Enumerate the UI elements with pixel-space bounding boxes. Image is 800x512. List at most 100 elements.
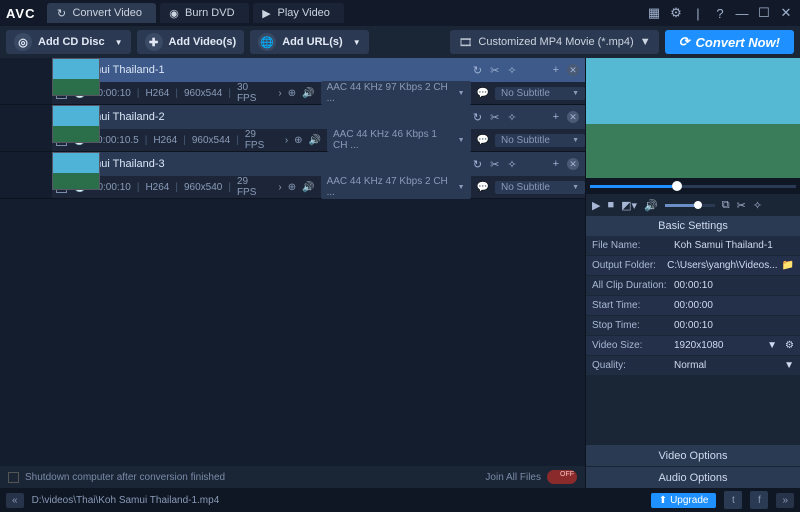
- file-name: Koh Samui Thailand-2: [52, 111, 473, 123]
- next-button[interactable]: »: [776, 493, 794, 508]
- preview-area[interactable]: [586, 58, 800, 178]
- settings-row: Start Time:00:00:00: [586, 296, 800, 316]
- status-bar: « D:\videos\Thai\Koh Samui Thailand-1.mp…: [0, 488, 800, 512]
- file-details: ✓🕑00:00:10|H264|960x540|29 FPS›⊕🔊AAC 44 …: [52, 176, 585, 198]
- split-icon[interactable]: ⧉: [722, 199, 730, 212]
- tab-convert-video[interactable]: ↻ Convert Video: [47, 3, 156, 23]
- chevron-down-icon: ▼: [115, 38, 123, 47]
- expand-icon[interactable]: ›: [278, 88, 281, 99]
- button-label: Add CD Disc: [38, 36, 105, 48]
- video-options-button[interactable]: Video Options: [586, 444, 800, 466]
- refresh-icon[interactable]: ↻: [473, 64, 482, 77]
- globe-icon: 🌐: [258, 33, 276, 51]
- gear-icon[interactable]: ⚙: [785, 340, 794, 351]
- help-icon[interactable]: ?: [712, 6, 728, 21]
- folder-icon[interactable]: 📁: [782, 260, 794, 271]
- film-icon: 🎞: [458, 36, 472, 49]
- subtitle-select[interactable]: No Subtitle▼: [495, 134, 585, 147]
- audio-select[interactable]: AAC 44 KHz 47 Kbps 2 CH ...▼: [321, 175, 471, 199]
- audio-icon: 🔊: [309, 135, 321, 146]
- remove-icon[interactable]: ✕: [567, 158, 579, 170]
- scissors-icon[interactable]: ✂: [737, 199, 746, 212]
- file-item[interactable]: Koh Samui Thailand-2↻✂✧+✕✓🕑00:00:10.5|H2…: [0, 105, 585, 152]
- settings-row: File Name:Koh Samui Thailand-1: [586, 236, 800, 256]
- volume-icon[interactable]: 🔊: [644, 199, 658, 212]
- subtitle-select[interactable]: No Subtitle▼: [495, 181, 585, 194]
- menu-icon[interactable]: ▦: [646, 5, 662, 21]
- remove-icon[interactable]: ✕: [567, 64, 579, 76]
- chevron-down-icon: ▼: [640, 36, 651, 48]
- output-profile-select[interactable]: 🎞 Customized MP4 Movie (*.mp4) ▼: [450, 30, 658, 54]
- file-header[interactable]: Koh Samui Thailand-2↻ ✂ ✧ + ✕: [52, 105, 585, 129]
- play-icon[interactable]: ▶: [592, 199, 600, 212]
- effects-icon[interactable]: ✧: [507, 111, 516, 124]
- subtitle-icon: 💬: [477, 182, 489, 193]
- file-header[interactable]: Koh Samui Thailand-1↻ ✂ ✧ + ✕: [52, 58, 585, 82]
- crop-icon[interactable]: ✧: [753, 199, 762, 212]
- refresh-icon[interactable]: ↻: [473, 158, 482, 171]
- audio-options-button[interactable]: Audio Options: [586, 466, 800, 488]
- add-icon[interactable]: +: [553, 111, 559, 123]
- add-icon[interactable]: +: [553, 64, 559, 76]
- volume-slider[interactable]: [665, 204, 715, 207]
- twitter-icon[interactable]: t: [724, 491, 742, 509]
- expand-icon[interactable]: ›: [285, 135, 288, 146]
- facebook-icon[interactable]: f: [750, 491, 768, 509]
- scissors-icon[interactable]: ✂: [490, 111, 499, 124]
- chevron-down-icon[interactable]: ▼: [784, 360, 794, 371]
- settings-value[interactable]: 00:00:10: [674, 320, 794, 331]
- add-cd-disc-button[interactable]: ◎ Add CD Disc ▼: [6, 30, 131, 54]
- tab-play-video[interactable]: ▶ Play Video: [253, 3, 344, 23]
- expand-icon[interactable]: ›: [278, 182, 281, 193]
- effects-icon[interactable]: ✧: [507, 158, 516, 171]
- gear-icon[interactable]: ⚙: [668, 5, 684, 21]
- snapshot-icon[interactable]: ◩▾: [621, 199, 637, 212]
- seek-bar[interactable]: [590, 185, 796, 188]
- settings-value[interactable]: 00:00:00: [674, 300, 794, 311]
- settings-value[interactable]: Koh Samui Thailand-1: [674, 240, 794, 251]
- file-item[interactable]: Koh Samui Thailand-3↻✂✧+✕✓🕑00:00:10|H264…: [0, 152, 585, 199]
- add-videos-button[interactable]: ✚ Add Video(s): [137, 30, 245, 54]
- settings-value[interactable]: C:\Users\yangh\Videos...📁: [667, 260, 794, 271]
- add-urls-button[interactable]: 🌐 Add URL(s) ▼: [250, 30, 368, 54]
- profile-label: Customized MP4 Movie (*.mp4): [478, 36, 633, 48]
- settings-row: Quality:Normal▼: [586, 356, 800, 376]
- disc-add-icon: ◎: [14, 33, 32, 51]
- join-all-toggle[interactable]: OFF: [547, 470, 577, 484]
- chevron-down-icon[interactable]: ▼: [767, 340, 777, 351]
- upgrade-button[interactable]: ⬆Upgrade: [651, 493, 717, 508]
- convert-now-button[interactable]: ⟳ Convert Now!: [665, 30, 794, 54]
- effects-icon[interactable]: ✧: [507, 64, 516, 77]
- file-item[interactable]: Koh Samui Thailand-1↻✂✧+✕✓🕑00:00:10|H264…: [0, 58, 585, 105]
- settings-value[interactable]: 1920x1080▼⚙: [674, 340, 794, 351]
- audio-select[interactable]: AAC 44 KHz 97 Kbps 2 CH ...▼: [321, 81, 471, 105]
- settings-value[interactable]: 00:00:10: [674, 280, 794, 291]
- scissors-icon[interactable]: ✂: [490, 158, 499, 171]
- seek-knob[interactable]: [672, 181, 682, 191]
- refresh-icon: ⟳: [679, 34, 690, 50]
- file-header[interactable]: Koh Samui Thailand-3↻✂✧+✕: [52, 152, 585, 176]
- shutdown-checkbox[interactable]: [8, 472, 19, 483]
- track-icon: ⊕: [294, 135, 302, 146]
- subtitle-select[interactable]: No Subtitle▼: [495, 87, 585, 100]
- add-icon[interactable]: +: [553, 158, 559, 170]
- tab-burn-dvd[interactable]: ◉ Burn DVD: [160, 3, 249, 23]
- close-icon[interactable]: ✕: [778, 5, 794, 21]
- settings-label: Stop Time:: [592, 320, 674, 331]
- remove-icon[interactable]: ✕: [567, 111, 579, 123]
- file-codec: H264: [145, 88, 169, 99]
- file-thumbnail: [52, 58, 100, 96]
- side-panel: ▶ ■ ◩▾ 🔊 ⧉ ✂ ✧ Basic Settings File Name:…: [585, 58, 800, 488]
- stop-icon[interactable]: ■: [607, 199, 614, 211]
- file-res: 960x540: [184, 182, 222, 193]
- maximize-icon[interactable]: ☐: [756, 5, 772, 21]
- prev-button[interactable]: «: [6, 493, 24, 508]
- settings-value[interactable]: Normal▼: [674, 360, 794, 371]
- subtitle-icon: 💬: [477, 88, 489, 99]
- refresh-icon[interactable]: ↻: [473, 111, 482, 124]
- audio-select[interactable]: AAC 44 KHz 46 Kbps 1 CH ...▼: [327, 128, 471, 152]
- extra-options: Video Options Audio Options: [586, 444, 800, 488]
- minimize-icon[interactable]: —: [734, 6, 750, 21]
- file-name: Koh Samui Thailand-1: [52, 64, 473, 76]
- scissors-icon[interactable]: ✂: [490, 64, 499, 77]
